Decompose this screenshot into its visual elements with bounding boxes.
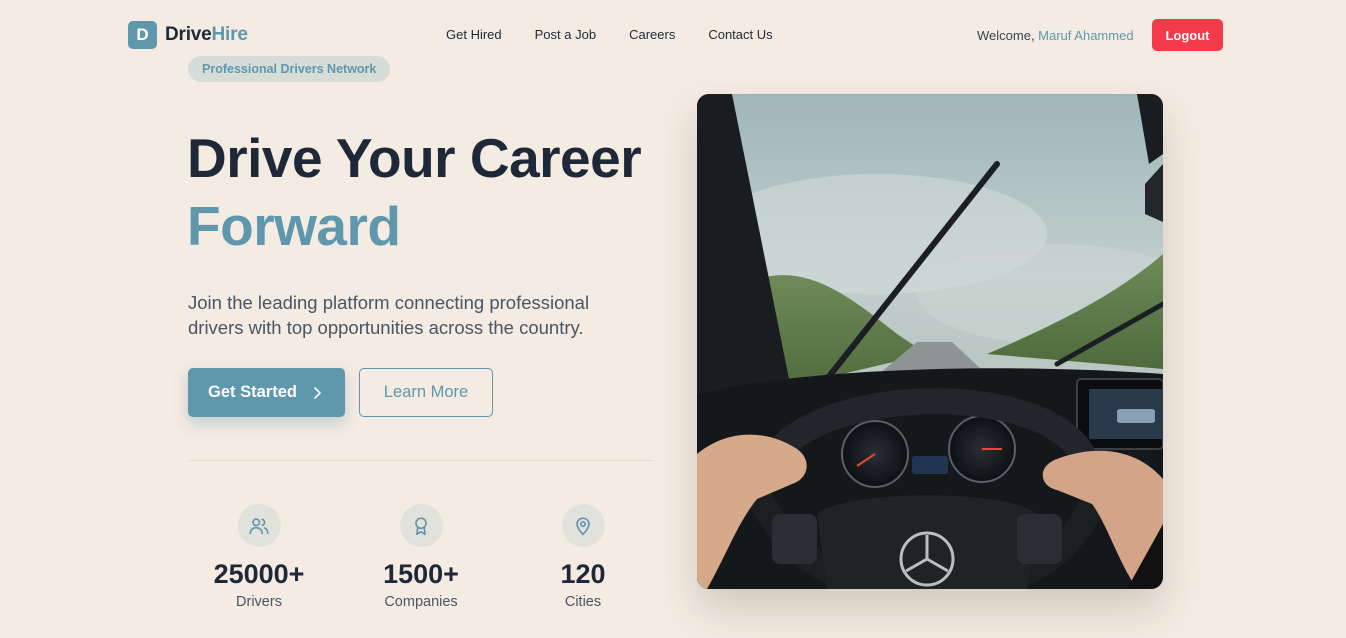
logout-button[interactable]: Logout [1152, 19, 1223, 51]
logo-mark: D [128, 21, 157, 49]
get-started-label: Get Started [208, 383, 297, 401]
users-icon [237, 504, 281, 547]
stat-drivers-value: 25000+ [213, 559, 305, 589]
learn-more-button[interactable]: Learn More [359, 368, 493, 417]
hero-image [697, 94, 1163, 589]
stat-companies-label: Companies [384, 594, 458, 610]
hero-description: Join the leading platform connecting pro… [188, 292, 590, 338]
stat-cities-label: Cities [564, 594, 602, 610]
brand-name-part1: Drive [165, 24, 212, 45]
award-icon [399, 504, 443, 547]
stat-companies-value: 1500+ [383, 559, 459, 589]
brand-name-part2: Hire [211, 24, 248, 45]
brand-name: DriveHire [165, 24, 248, 46]
hero-title-line2: Forward [187, 195, 401, 257]
hero-title: Drive Your Career Forward [187, 124, 642, 260]
welcome-label: Welcome, [977, 28, 1039, 43]
main-nav: Get Hired Post a Job Careers Contact Us [446, 27, 773, 42]
map-pin-icon [561, 504, 605, 547]
stat-cities: 120 Cities [508, 504, 658, 610]
nav-contact-us[interactable]: Contact Us [708, 27, 772, 42]
get-started-button[interactable]: Get Started [188, 368, 345, 417]
hero-badge: Professional Drivers Network [188, 56, 391, 82]
stats-divider [188, 460, 654, 461]
welcome-text: Welcome, Maruf Ahammed [977, 28, 1134, 43]
stat-drivers-label: Drivers [236, 594, 282, 610]
nav-post-a-job[interactable]: Post a Job [535, 27, 596, 42]
stat-companies: 1500+ Companies [346, 504, 496, 610]
stat-cities-value: 120 [560, 559, 606, 589]
hero-title-line1: Drive Your Career [187, 127, 642, 189]
nav-get-hired[interactable]: Get Hired [446, 27, 502, 42]
nav-careers[interactable]: Careers [629, 27, 675, 42]
brand-logo[interactable]: D DriveHire [128, 21, 248, 49]
user-name[interactable]: Maruf Ahammed [1038, 28, 1133, 43]
chevron-right-icon [314, 386, 321, 399]
car-interior-illustration [697, 94, 1163, 589]
stat-drivers: 25000+ Drivers [184, 504, 334, 610]
